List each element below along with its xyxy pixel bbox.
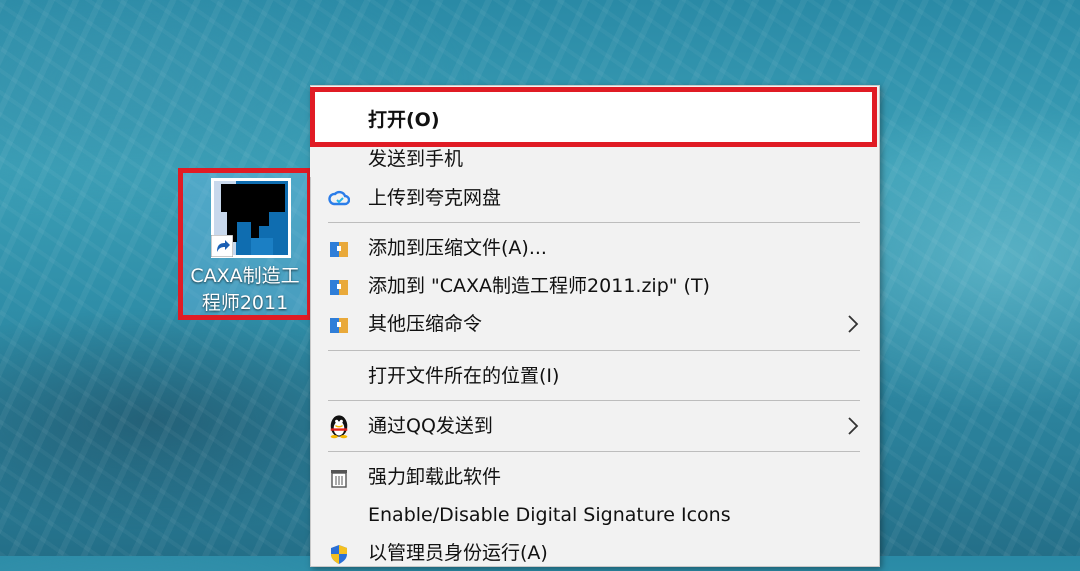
archive-icon (330, 318, 348, 333)
menu-item-open-inner: 打开(O) (315, 102, 872, 138)
qq-penguin-icon (330, 415, 348, 439)
trash-icon (331, 470, 347, 488)
shortcut-arrow-icon (211, 235, 233, 257)
archive-icon (330, 242, 348, 257)
menu-item-label: 打开(O) (368, 109, 440, 131)
menu-item-digital-signature[interactable]: Enable/Disable Digital Signature Icons (310, 497, 878, 533)
menu-item-send-via-qq[interactable]: 通过QQ发送到 (310, 408, 878, 444)
archive-icon (330, 280, 348, 295)
chevron-right-icon (848, 315, 859, 333)
menu-item-label: 其他压缩命令 (368, 313, 483, 335)
menu-item-label: 添加到压缩文件(A)... (368, 237, 547, 259)
menu-item-label: Enable/Disable Digital Signature Icons (368, 504, 731, 526)
menu-item-force-uninstall[interactable]: 强力卸载此软件 (310, 459, 878, 495)
menu-item-add-to-archive[interactable]: 添加到压缩文件(A)... (310, 230, 878, 266)
menu-item-label: 打开文件所在的位置(I) (368, 365, 560, 387)
menu-item-open-location[interactable]: 打开文件所在的位置(I) (310, 358, 878, 394)
menu-item-label: 强力卸载此软件 (368, 466, 502, 488)
shield-icon (331, 545, 347, 564)
desktop-shortcut-caxa[interactable]: CAXA制造工程师2011 (178, 168, 312, 320)
chevron-right-icon (848, 417, 859, 435)
menu-item-label: 上传到夸克网盘 (368, 187, 502, 209)
menu-item-label: 添加到 "CAXA制造工程师2011.zip" (T) (368, 275, 710, 297)
menu-item-add-to-zip[interactable]: 添加到 "CAXA制造工程师2011.zip" (T) (310, 268, 878, 304)
desktop-icon-label: CAXA制造工程师2011 (190, 265, 300, 314)
cloud-icon (328, 190, 350, 206)
menu-item-upload-quark-row[interactable]: 上传到夸克网盘 (310, 180, 878, 216)
menu-item-label: 通过QQ发送到 (368, 415, 493, 437)
menu-item-label: 以管理员身份运行(A) (368, 542, 548, 564)
menu-item-run-as-admin[interactable]: 以管理员身份运行(A) (310, 535, 878, 571)
menu-item-other-compress[interactable]: 其他压缩命令 (310, 306, 878, 342)
menu-item-open[interactable]: 打开(O) (310, 87, 877, 147)
